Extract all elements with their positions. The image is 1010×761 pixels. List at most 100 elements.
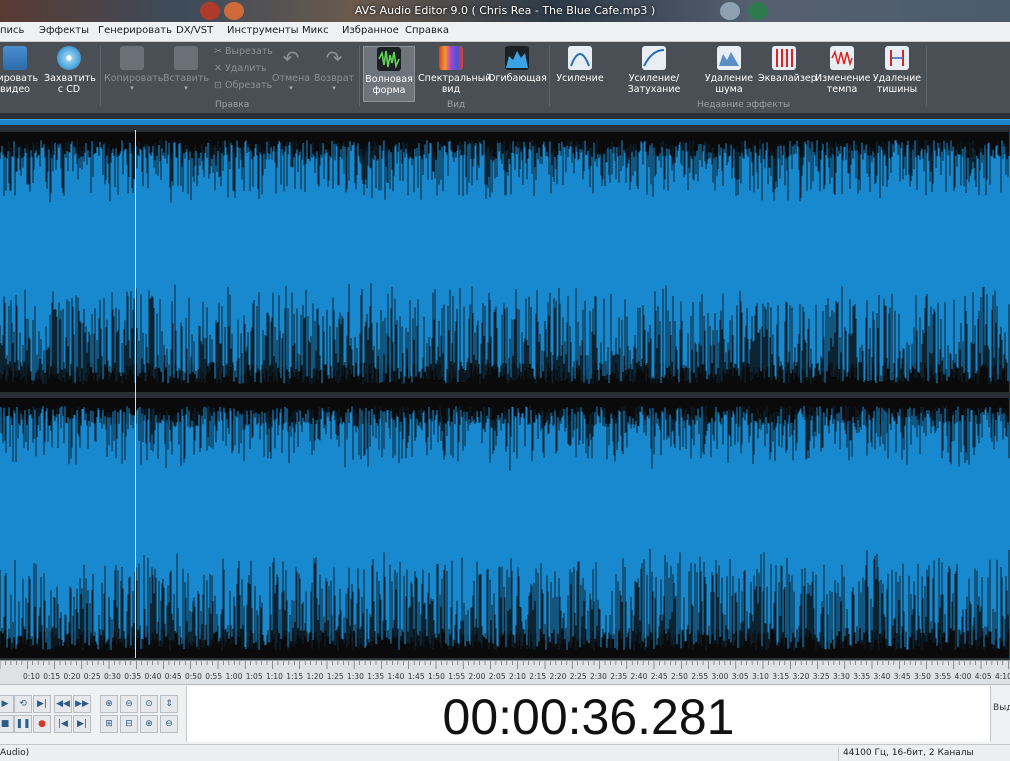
status-bar: Audio) 44100 Гц, 16-бит, 2 Каналы [0,744,1010,761]
ruler-label: 1:20 [306,672,324,681]
ruler-label: 3:35 [853,672,871,681]
ruler-label: 1:45 [407,672,425,681]
amplify-icon [568,46,592,70]
amplify-button[interactable]: Усиление [555,46,605,102]
cut-button[interactable]: ✂ Вырезать [214,46,273,57]
ruler-label: 1:05 [245,672,263,681]
copy-button[interactable]: Копировать ▾ [104,46,163,102]
window-title: AVS Audio Editor 9.0 ( Chris Rea - The B… [354,4,656,17]
menu-tools[interactable]: Инструменты [227,25,299,36]
fade-icon [642,46,666,70]
loop-button[interactable]: ⟲ [14,695,32,713]
menu-generate[interactable]: Генерировать [98,25,172,36]
title-bar: AVS Audio Editor 9.0 ( Chris Rea - The B… [0,0,1010,22]
overview-bar [0,119,1010,125]
pause-button[interactable]: ❚❚ [14,715,32,733]
fade-button[interactable]: Усиление/Затухание [608,46,700,102]
zoom-in-button[interactable]: ⊕ [100,695,118,713]
redo-button[interactable]: ↷ Возврат ▾ [313,46,355,102]
recent-effects-group-label: Недавние эффекты [697,100,791,110]
undo-button[interactable]: ↶ Отмена ▾ [270,46,312,102]
record-button[interactable]: ● [33,715,51,733]
ruler-label: 1:55 [448,672,466,681]
selection-label: Выд [993,703,1010,713]
ruler-label: 2:50 [671,672,688,681]
time-display: 00:00:36.281 [186,686,991,745]
ruler-label: 0:55 [205,672,223,681]
zoom-vertical-out-button[interactable]: ⊖ [160,715,178,733]
time-ruler[interactable]: 0:10 0:15 0:20 0:25 0:30 0:35 0:40 0:45 0:50 0:55… [0,660,1010,684]
zoom-reset-icon: ⊟ [125,719,133,729]
overview-strip[interactable] [0,114,1010,130]
ruler-label: 3:25 [812,672,830,681]
fast-forward-button[interactable]: ▶▶ [73,695,91,713]
delete-button[interactable]: ✕ Удалить [214,63,267,74]
envelope-view-button[interactable]: Огибающая [488,46,547,102]
ruler-label: 1:35 [367,672,385,681]
ruler-label: 1:00 [225,672,243,681]
ruler-label: 3:55 [934,672,952,681]
zoom-full-icon: ⊞ [105,719,113,729]
ruler-label: 2:35 [610,672,628,681]
scissors-icon: ✂ [214,46,222,57]
ribbon-separator [100,46,101,106]
zoom-out-button[interactable]: ⊖ [120,695,138,713]
ruler-label: 3:05 [731,672,749,681]
zoom-full-button[interactable]: ⊞ [100,715,118,733]
zoom-selection-button[interactable]: ⊙ [140,695,158,713]
ruler-label: 2:10 [509,672,526,681]
ruler-label: 0:50 [185,672,202,681]
waveform-view-button[interactable]: Волновая форма [363,46,415,102]
copy-icon [120,46,144,70]
spectral-view-button[interactable]: Спектральный вид [418,46,491,102]
equalizer-button[interactable]: Эквалайзер [758,46,817,102]
zoom-vertical-icon: ⇕ [165,699,173,709]
ruler-label: 0:25 [83,672,101,681]
menu-record[interactable]: пись [0,25,24,36]
view-group-label: Вид [447,100,466,110]
export-video-button[interactable]: тировать видео [0,46,38,102]
paste-button[interactable]: Вставить ▾ [162,46,210,102]
ruler-label: 3:00 [711,672,729,681]
ribbon-separator [359,46,360,106]
menu-favorites[interactable]: Избранное [342,25,399,36]
go-end-button[interactable]: ▶| [73,715,91,733]
chevron-down-icon: ▾ [289,84,293,92]
play-selection-button[interactable]: ▶| [33,695,51,713]
ribbon-separator [549,46,550,106]
video-export-icon [3,46,27,70]
ruler-label: 3:10 [752,672,769,681]
menu-effects[interactable]: Эффекты [39,25,89,36]
waveform-area[interactable] [0,130,1010,660]
ruler-label: 0:10 [23,672,40,681]
zoom-selection-icon: ⊙ [145,699,153,709]
rewind-button[interactable]: ◀◀ [54,695,72,713]
tempo-button[interactable]: Изменение темпа [815,46,870,102]
ruler-tick-path [0,661,1009,669]
ruler-label: 4:00 [954,672,972,681]
menu-mix[interactable]: Микс [302,25,329,36]
trim-button[interactable]: ⊡ Обрезать [214,80,272,91]
ruler-label: 0:15 [43,672,61,681]
skip-start-icon: |◀ [58,719,68,729]
ruler-label: 2:25 [569,672,587,681]
ribbon-toolbar: тировать видео Захватить с CD Копировать… [0,42,1010,114]
stop-button[interactable]: ■ [0,715,14,733]
playback-cursor[interactable] [135,130,136,658]
ruler-label: 0:40 [144,672,162,681]
menu-dxvst[interactable]: DX/VST [176,25,213,36]
noise-removal-button[interactable]: Удаление шума [703,46,755,102]
left-channel-waveform[interactable] [0,132,1010,392]
go-start-button[interactable]: |◀ [54,715,72,733]
zoom-vertical-in-button[interactable]: ⊕ [140,715,158,733]
play-button[interactable]: ▶ [0,695,14,713]
silence-removal-button[interactable]: Удаление тишины [872,46,922,102]
zoom-vertical-button[interactable]: ⇕ [160,695,178,713]
fast-forward-icon: ▶▶ [75,699,89,709]
menu-help[interactable]: Справка [405,25,449,36]
right-channel-waveform[interactable] [0,398,1010,658]
paste-icon [174,46,198,70]
equalizer-icon [772,46,796,70]
capture-cd-button[interactable]: Захватить с CD [44,46,96,102]
zoom-out-full-button[interactable]: ⊟ [120,715,138,733]
